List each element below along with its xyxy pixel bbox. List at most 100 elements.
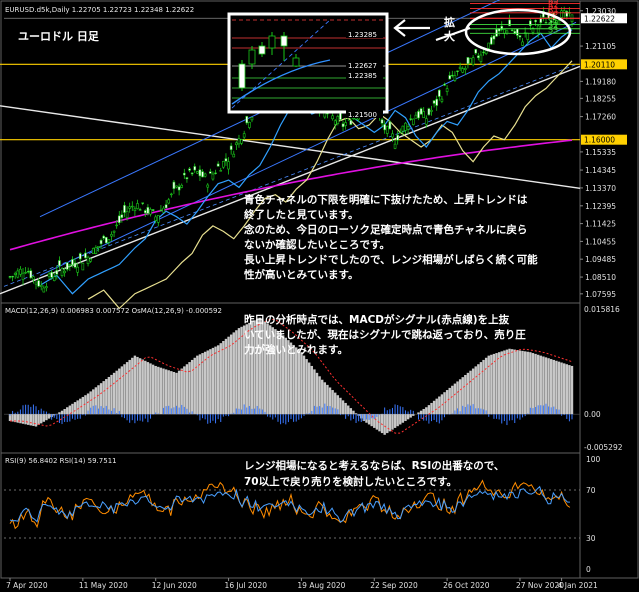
candle-up xyxy=(458,66,462,69)
candle-up xyxy=(422,111,425,119)
macd-bar xyxy=(531,353,535,415)
candle-down xyxy=(432,100,436,104)
macd-bar xyxy=(505,349,509,415)
macd-bar xyxy=(516,350,519,415)
time-tick-label: 26 Oct 2020 xyxy=(443,581,490,590)
macd-bar xyxy=(196,355,199,415)
candle-up xyxy=(68,264,72,266)
macd-bar xyxy=(339,397,342,415)
macd-commentary: 力が強いとみれます。 xyxy=(244,343,348,356)
macd-bar xyxy=(188,362,191,415)
macd-bar xyxy=(352,410,355,415)
candle-down xyxy=(466,57,470,65)
macd-bar xyxy=(308,362,311,415)
candle-up xyxy=(336,116,340,125)
macd-bar xyxy=(149,363,152,415)
candle-down xyxy=(201,171,204,178)
time-tick-label: 7 Apr 2020 xyxy=(6,581,48,590)
candle-down xyxy=(177,186,181,191)
candle-down xyxy=(146,207,150,214)
macd-bar xyxy=(451,385,454,415)
zoom-arrow-label-2: 大 xyxy=(444,29,455,43)
macd-bar xyxy=(47,414,51,419)
macd-bar xyxy=(378,414,381,432)
macd-bar xyxy=(154,365,157,415)
candle-up xyxy=(196,171,199,174)
zoom-candle xyxy=(238,63,246,89)
macd-bar xyxy=(435,398,438,415)
candle-down xyxy=(65,262,69,270)
candle-up xyxy=(206,184,210,188)
candle-down xyxy=(518,35,522,38)
macd-bar xyxy=(508,348,511,415)
macd-bar xyxy=(131,357,134,415)
candle-up xyxy=(34,281,38,285)
candle-up xyxy=(445,88,449,92)
current-price-label: 1.22622 xyxy=(584,14,615,23)
macd-bar xyxy=(417,412,420,415)
candle-up xyxy=(526,32,530,40)
time-tick-label: 11 May 2020 xyxy=(79,581,128,590)
candle-up xyxy=(24,271,27,274)
macd-bar xyxy=(560,362,563,415)
candle-down xyxy=(190,172,194,175)
candle-up xyxy=(167,199,171,204)
candle-down xyxy=(451,74,454,77)
macd-bar xyxy=(66,407,69,415)
macd-bar xyxy=(58,412,61,415)
candle-down xyxy=(482,51,485,54)
macd-bar xyxy=(523,351,527,415)
candle-up xyxy=(479,54,483,62)
candle-down xyxy=(544,22,548,24)
candle-up xyxy=(411,118,415,125)
macd-bar xyxy=(73,402,77,415)
price-tick-label: 1.13370 xyxy=(585,184,616,193)
candle-up xyxy=(232,153,236,158)
candle-down xyxy=(26,270,30,273)
macd-bar xyxy=(419,410,423,415)
macd-bar xyxy=(386,414,389,434)
candle-down xyxy=(245,116,249,124)
candle-up xyxy=(130,205,134,208)
time-tick-label: 4 Jan 2021 xyxy=(558,581,598,590)
macd-bar xyxy=(162,368,165,415)
candle-down xyxy=(104,237,108,244)
macd-bar xyxy=(547,358,550,415)
price-tick-label: 1.07595 xyxy=(585,290,616,299)
macd-bar xyxy=(24,414,27,425)
macd-bar xyxy=(404,414,407,422)
macd-bar xyxy=(412,414,415,416)
candle-up xyxy=(250,117,254,121)
macd-bar xyxy=(203,351,207,415)
candle-down xyxy=(159,209,163,212)
macd-commentary: いていましたが、現在はシグナルで跳ね返っており、売り圧 xyxy=(244,328,526,341)
macd-bar xyxy=(438,396,441,415)
macd-bar xyxy=(29,414,33,426)
candle-up xyxy=(557,20,561,24)
price-tick-label: 1.12395 xyxy=(585,202,616,211)
candle-up xyxy=(222,161,225,168)
candle-down xyxy=(78,253,82,260)
macd-bar xyxy=(222,341,225,415)
downtrend-line xyxy=(0,105,581,189)
rsi-tick-label: 0 xyxy=(586,565,591,574)
candle-up xyxy=(385,125,389,134)
price-tick-label: 1.11425 xyxy=(585,220,616,229)
candle-down xyxy=(534,19,537,23)
support-line-label: 1.20110 xyxy=(584,60,615,69)
macd-bar xyxy=(274,329,277,415)
macd-bar xyxy=(557,361,561,415)
macd-bar xyxy=(383,414,386,435)
macd-bar xyxy=(521,350,524,415)
candle-down xyxy=(388,121,392,130)
macd-bar xyxy=(157,366,160,415)
candle-up xyxy=(237,138,241,145)
candle-up xyxy=(32,276,35,280)
candle-down xyxy=(477,55,480,58)
candle-down xyxy=(8,276,12,278)
macd-bar xyxy=(484,357,488,415)
macd-bar xyxy=(216,345,220,415)
candle-up xyxy=(107,239,111,243)
candle-down xyxy=(55,270,59,275)
macd-bar xyxy=(297,349,301,415)
